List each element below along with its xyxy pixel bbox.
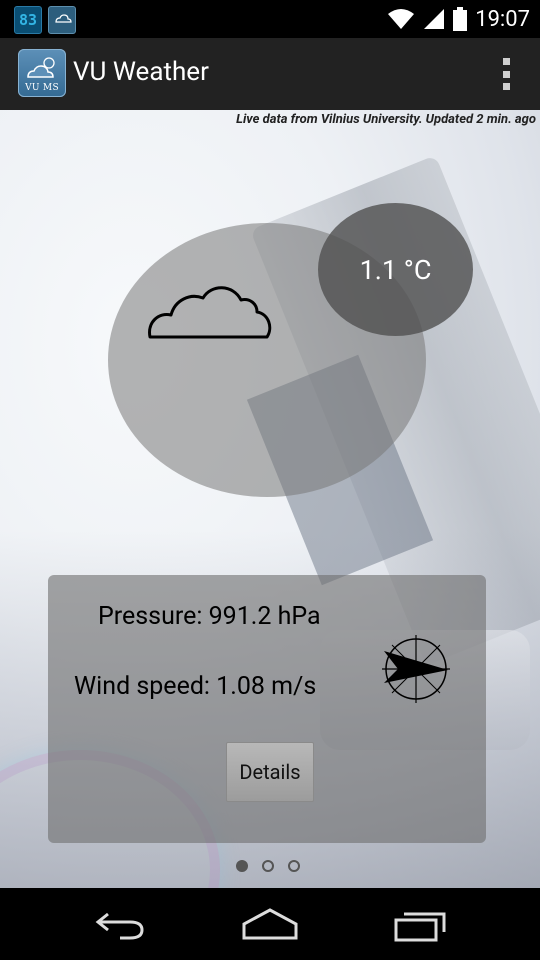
action-bar: VU MS VU Weather — [0, 38, 540, 111]
app-icon-label: VU MS — [25, 83, 59, 93]
overflow-menu-icon[interactable] — [502, 58, 510, 90]
live-data-caption: Live data from Vilnius University. Updat… — [236, 112, 536, 127]
cloud-icon — [148, 286, 272, 339]
back-icon[interactable] — [90, 904, 150, 944]
home-icon[interactable] — [240, 904, 300, 944]
pressure-value: Pressure: 991.2 hPa — [98, 602, 321, 631]
app-logo[interactable]: VU MS — [18, 49, 66, 97]
main-content: Live data from Vilnius University. Updat… — [0, 110, 540, 888]
page-indicator — [236, 860, 300, 872]
compass-arrow-icon — [382, 635, 450, 703]
status-icons: 19:07 — [387, 4, 530, 34]
app-title: VU Weather — [73, 57, 209, 87]
page-dot-3[interactable] — [288, 860, 300, 872]
status-clock: 19:07 — [475, 6, 530, 32]
page-dot-2[interactable] — [262, 860, 274, 872]
cloud-sun-icon — [27, 57, 55, 78]
recent-apps-icon[interactable] — [392, 904, 452, 944]
wifi-icon — [388, 9, 415, 29]
status-bar: 83 19:07 — [0, 0, 540, 38]
notification-badge: 83 — [14, 6, 42, 34]
info-panel: Pressure: 991.2 hPa Wind speed: 1.08 m/s… — [48, 575, 486, 843]
battery-icon — [453, 7, 468, 31]
temperature-circle: 1.1 °C — [318, 203, 473, 336]
navigation-bar — [0, 888, 540, 960]
page-dot-1[interactable] — [236, 860, 248, 872]
details-button[interactable]: Details — [226, 742, 314, 802]
temperature-value: 1.1 °C — [359, 253, 432, 286]
signal-icon — [424, 9, 445, 29]
wind-speed-value: Wind speed: 1.08 m/s — [74, 672, 317, 701]
notification-app-icon — [48, 6, 76, 34]
